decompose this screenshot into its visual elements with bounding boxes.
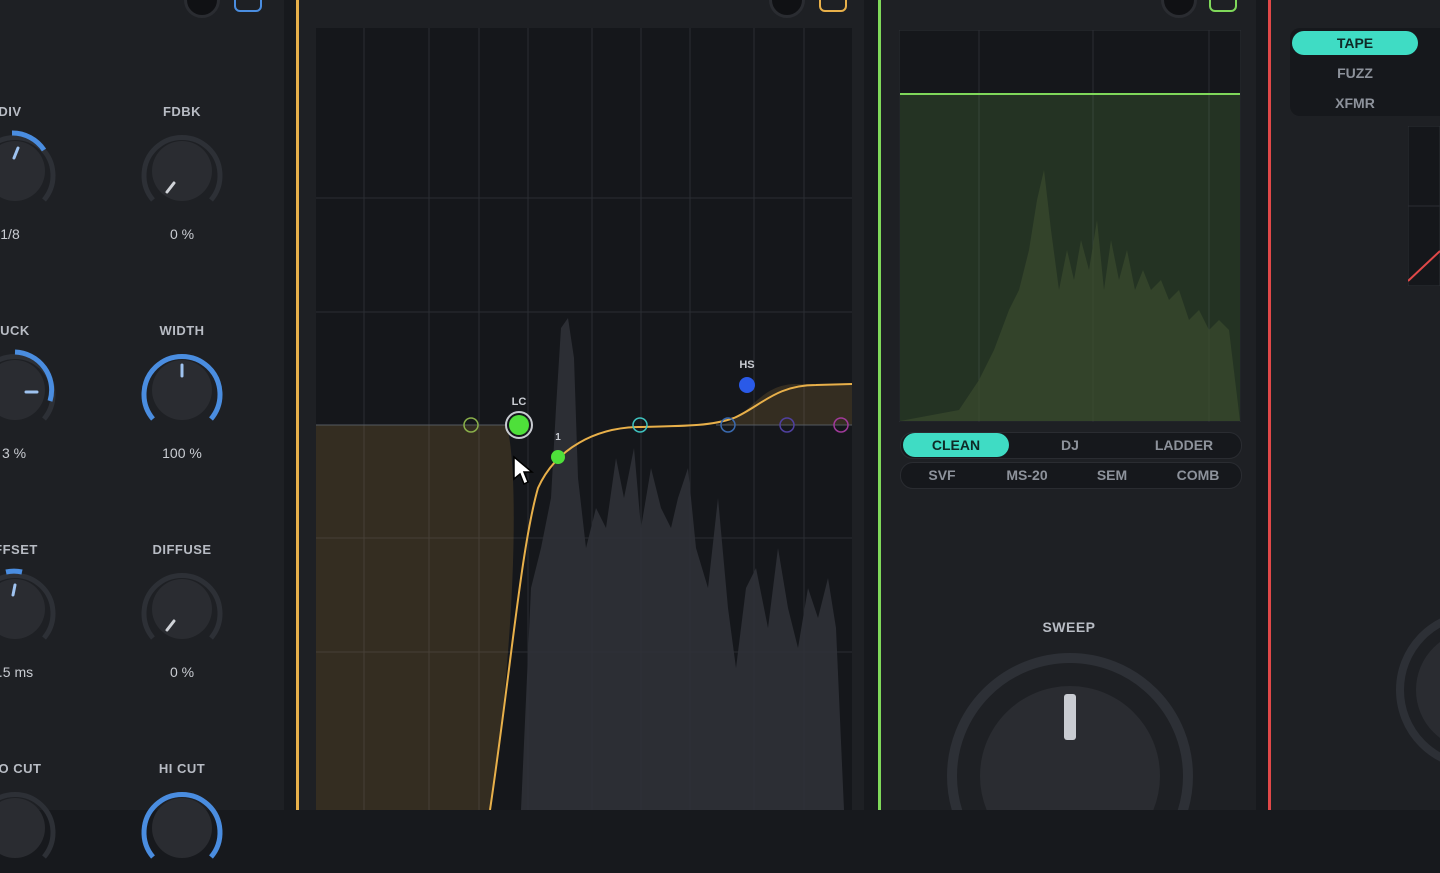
eq-lc-label: LC — [512, 396, 527, 408]
lo-cut-label: O CUT — [0, 761, 42, 776]
eq-curve-fill — [316, 425, 514, 810]
duck-label: UCK — [0, 323, 30, 338]
delay-panel: DIV 1/8 FDBK 0 % UCK 3 % WIDTH 100 % FFS… — [0, 0, 284, 859]
diffuse-value: 0 % — [169, 664, 195, 680]
fdbk-knob[interactable] — [137, 126, 227, 216]
mouse-cursor-icon — [513, 455, 534, 486]
offset-label: FFSET — [0, 542, 38, 557]
diffuse-label: DIFFUSE — [152, 542, 212, 557]
sweep-mode-row2: SVF MS-20 SEM COMB — [900, 462, 1242, 489]
width-knob[interactable] — [137, 345, 227, 435]
eq-node-hs[interactable] — [739, 377, 755, 393]
dist-mode-fuzz[interactable]: FUZZ — [1292, 61, 1418, 85]
sweep-mode-comb[interactable]: COMB — [1157, 463, 1239, 487]
sweep-mode-svf[interactable]: SVF — [901, 463, 983, 487]
duck-knob[interactable] — [0, 345, 60, 435]
delay-mix-knob[interactable] — [184, 0, 220, 18]
eq-mix-knob[interactable] — [769, 0, 805, 18]
dist-mode-tape[interactable]: TAPE — [1292, 31, 1418, 55]
sweep-mode-row1: CLEAN DJ LADDER — [900, 432, 1242, 459]
sweep-mode-ladder[interactable]: LADDER — [1129, 433, 1239, 457]
div-label: DIV — [0, 104, 22, 119]
hi-cut-label: HI CUT — [158, 761, 206, 776]
eq-node-band1[interactable] — [551, 450, 565, 464]
offset-knob[interactable] — [0, 564, 60, 654]
sweep-spectrum-display — [899, 30, 1241, 422]
diffuse-knob[interactable] — [137, 564, 227, 654]
sweep-mode-ms20[interactable]: MS-20 — [986, 463, 1068, 487]
width-label: WIDTH — [159, 323, 205, 338]
dist-transfer-graph — [1408, 126, 1440, 286]
eq-band1-label: 1 — [555, 432, 561, 443]
dist-mode-list: TAPE FUZZ XFMR — [1290, 28, 1440, 116]
width-value: 100 % — [162, 445, 202, 461]
sweep-mode-dj[interactable]: DJ — [1015, 433, 1125, 457]
sweep-knob-label: SWEEP — [1042, 619, 1096, 635]
eq-hs-label: HS — [739, 359, 754, 371]
dist-mode-xfmr[interactable]: XFMR — [1292, 91, 1418, 115]
fdbk-value: 0 % — [169, 226, 195, 242]
eq-power-button[interactable] — [819, 0, 847, 12]
div-knob[interactable] — [0, 126, 60, 216]
duck-value: 3 % — [1, 445, 27, 461]
lo-cut-knob[interactable] — [0, 783, 60, 873]
offset-value: .5 ms — [0, 664, 34, 680]
sweep-mode-sem[interactable]: SEM — [1071, 463, 1153, 487]
div-value: 1/8 — [0, 226, 20, 242]
sweep-mode-clean[interactable]: CLEAN — [903, 433, 1009, 457]
dist-drive-knob[interactable] — [1396, 610, 1440, 770]
sweep-knob[interactable] — [944, 650, 1196, 810]
sweep-power-button[interactable] — [1209, 0, 1237, 12]
fdbk-label: FDBK — [162, 104, 202, 119]
hi-cut-knob[interactable] — [137, 783, 227, 873]
delay-power-button[interactable] — [234, 0, 262, 12]
eq-graph[interactable]: LC 1 HS — [316, 28, 852, 810]
sweep-mix-knob[interactable] — [1161, 0, 1197, 18]
